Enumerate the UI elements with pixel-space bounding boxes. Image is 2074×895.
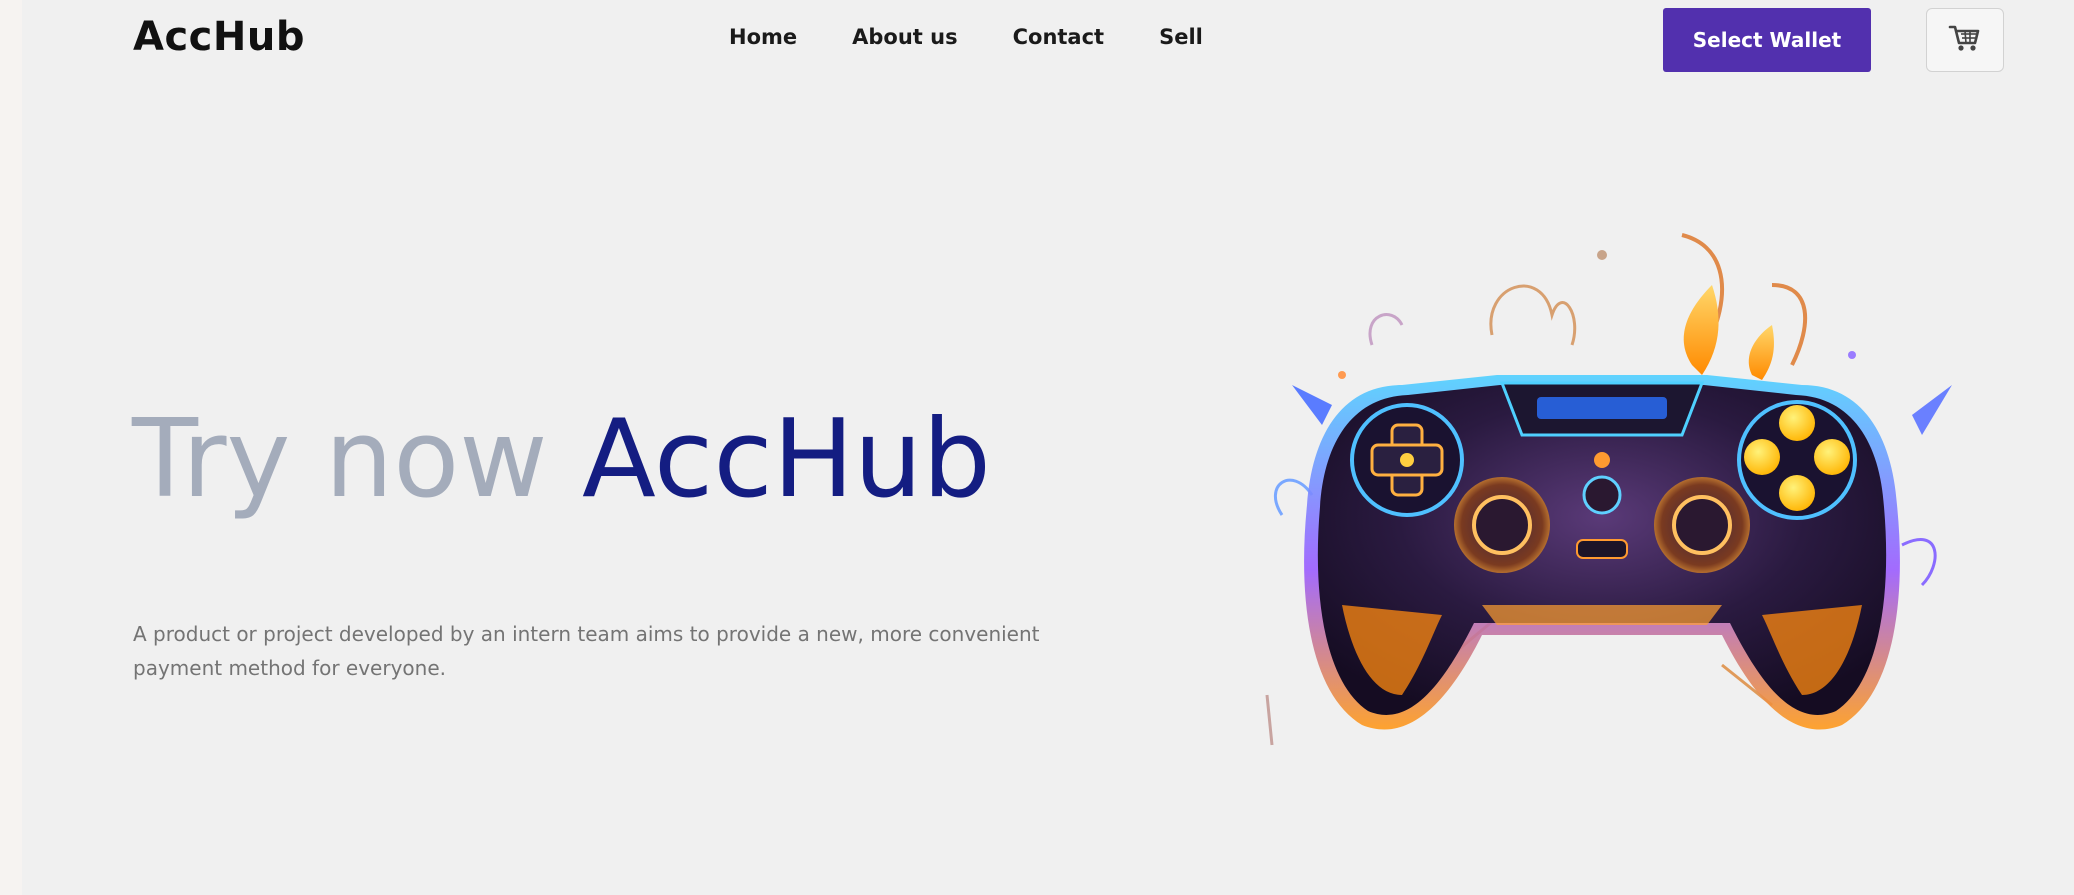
gamepad-illustration xyxy=(1252,225,1952,765)
nav-contact-link[interactable]: Contact xyxy=(1013,25,1105,49)
hero-title-brand: AccHub xyxy=(581,397,991,522)
main-nav: Home About us Contact Sell xyxy=(729,25,1203,49)
cart-icon xyxy=(1948,23,1982,57)
select-wallet-button[interactable]: Select Wallet xyxy=(1663,8,1871,72)
nav-home-link[interactable]: Home xyxy=(729,25,797,49)
nav-about-link[interactable]: About us xyxy=(852,25,957,49)
hero-title: Try now AccHub xyxy=(132,398,991,522)
cart-button[interactable] xyxy=(1926,8,2004,72)
nav-sell-link[interactable]: Sell xyxy=(1159,25,1203,49)
page: AccHub Home About us Contact Sell Select… xyxy=(22,0,2074,895)
hero-title-prefix: Try now xyxy=(132,397,548,522)
site-logo[interactable]: AccHub xyxy=(133,14,305,60)
hero-description: A product or project developed by an int… xyxy=(133,622,1040,680)
